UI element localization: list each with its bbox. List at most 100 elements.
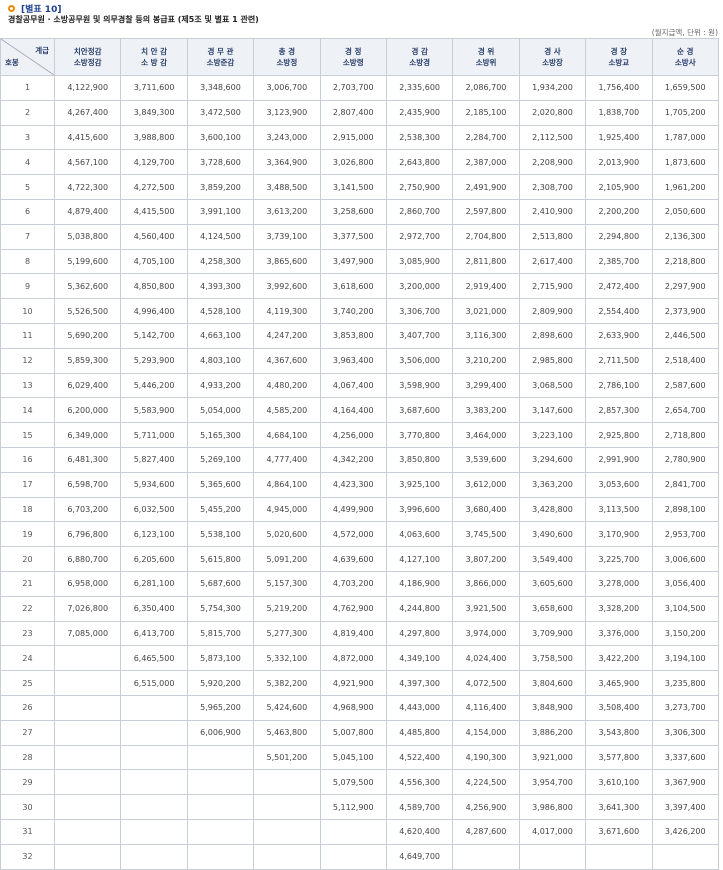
salary-cell: 3,996,600 xyxy=(385,496,454,523)
table-row: 6 4,879,400 4,415,500 3,991,100 3,613,200 3,2… xyxy=(0,198,720,225)
salary-cell: 3,770,800 xyxy=(385,422,454,448)
table-title: 경찰공무원 · 소방공무원 및 의무경찰 등의 봉급표 (제5조 및 별표 1 … xyxy=(8,15,259,24)
salary-cell: 2,387,000 xyxy=(452,149,520,176)
table-row: 18 6,703,200 6,032,500 5,455,200 4,945,000 4,… xyxy=(0,496,720,523)
salary-cell: 2,335,600 xyxy=(385,75,454,101)
salary-cell: 3,306,300 xyxy=(651,719,720,746)
salary-cell: 5,293,900 xyxy=(120,347,188,374)
step-number-cell: 1 xyxy=(0,75,55,101)
table-row: 26 5,965,200 5,424,600 4,968,900 4,443,000 4,… xyxy=(0,694,720,721)
column-header: 치 안 감소 방 감 xyxy=(120,38,188,76)
salary-cell: 3,422,200 xyxy=(585,645,653,672)
salary-cell xyxy=(53,744,122,771)
salary-cell: 3,367,900 xyxy=(651,769,720,796)
column-header: 순 경 소방사 xyxy=(651,38,720,76)
step-number-cell: 12 xyxy=(0,347,55,374)
table-row: 2 4,267,400 3,849,300 3,472,500 3,123,900 2,8… xyxy=(0,99,720,126)
salary-cell: 5,038,800 xyxy=(53,223,122,250)
salary-cell: 4,017,000 xyxy=(518,818,587,845)
salary-cell: 3,141,500 xyxy=(319,174,387,200)
salary-cell xyxy=(53,694,122,721)
table-row: 9 5,362,600 4,850,800 4,393,300 3,992,600 3,6… xyxy=(0,273,720,300)
salary-cell: 1,873,600 xyxy=(651,149,720,176)
circle-bullet-icon xyxy=(8,4,15,12)
salary-table: 계급 호봉 치안정감 소방정감 치 안 감소 방 감경 무 관 소방준감 총 경 소방정 경… xyxy=(0,38,720,870)
salary-cell: 3,991,100 xyxy=(186,198,255,225)
salary-cell: 5,091,200 xyxy=(253,546,321,572)
salary-cell xyxy=(120,843,188,870)
salary-cell: 3,123,900 xyxy=(253,99,321,126)
salary-cell: 4,129,700 xyxy=(120,149,188,176)
salary-cell: 3,848,900 xyxy=(518,694,587,721)
column-header-fire-rank: 소방준감 xyxy=(206,58,235,67)
salary-cell: 3,200,000 xyxy=(385,273,454,300)
salary-cell: 3,053,600 xyxy=(585,471,653,498)
salary-cell: 3,613,200 xyxy=(253,198,321,225)
salary-cell: 5,079,500 xyxy=(319,769,387,796)
salary-cell: 3,921,500 xyxy=(452,595,520,622)
salary-cell: 3,618,600 xyxy=(319,273,387,300)
salary-cell: 2,704,800 xyxy=(452,223,520,250)
salary-cell: 6,515,000 xyxy=(120,670,188,696)
salary-cell: 1,705,200 xyxy=(651,99,720,126)
salary-cell: 2,446,500 xyxy=(651,322,720,349)
salary-cell: 4,367,600 xyxy=(253,347,321,374)
salary-cell: 2,809,900 xyxy=(518,298,587,324)
salary-cell: 5,815,700 xyxy=(186,620,255,647)
salary-cell: 4,864,100 xyxy=(253,471,321,498)
salary-cell: 2,385,700 xyxy=(585,248,653,275)
salary-cell: 5,859,300 xyxy=(53,347,122,374)
salary-cell: 3,807,200 xyxy=(452,546,520,572)
salary-cell: 3,223,100 xyxy=(518,422,587,448)
salary-cell: 6,349,000 xyxy=(53,422,122,448)
salary-cell: 2,786,100 xyxy=(585,372,653,399)
salary-cell: 6,465,500 xyxy=(120,645,188,672)
table-row: 13 6,029,400 5,446,200 4,933,200 4,480,200 4,… xyxy=(0,372,720,399)
step-number-cell: 11 xyxy=(0,322,55,349)
salary-cell: 2,860,700 xyxy=(385,198,454,225)
salary-cell: 4,819,400 xyxy=(319,620,387,647)
table-row: 5 4,722,300 4,272,500 3,859,200 3,488,500 3,1… xyxy=(0,174,720,200)
salary-cell: 4,528,100 xyxy=(186,298,255,324)
salary-cell xyxy=(53,818,122,845)
table-row: 8 5,199,600 4,705,100 4,258,300 3,865,600 3,4… xyxy=(0,248,720,275)
salary-cell: 5,219,200 xyxy=(253,595,321,622)
salary-cell: 3,147,600 xyxy=(518,397,587,424)
salary-cell: 3,068,500 xyxy=(518,372,587,399)
salary-cell: 3,709,900 xyxy=(518,620,587,647)
column-header-police-rank: 경 사 xyxy=(544,47,561,56)
salary-cell xyxy=(186,818,255,845)
table-row: 11 5,690,200 5,142,700 4,663,100 4,247,200 3,… xyxy=(0,322,720,349)
salary-cell: 1,787,000 xyxy=(651,124,720,151)
table-row: 28 5,501,200 5,045,100 4,522,400 4,190,300 3,… xyxy=(0,744,720,771)
salary-cell: 3,085,900 xyxy=(385,248,454,275)
salary-cell: 2,435,900 xyxy=(385,99,454,126)
column-header-police-rank: 치 안 감 xyxy=(141,47,168,56)
salary-cell: 4,119,300 xyxy=(253,298,321,324)
salary-cell: 2,718,800 xyxy=(651,422,720,448)
salary-cell: 4,397,300 xyxy=(385,670,454,696)
salary-cell: 4,127,100 xyxy=(385,546,454,572)
column-header-police-rank: 경 정 xyxy=(345,47,362,56)
table-row: 30 5,112,900 4,589,700 4,256,900 3,986,800 3,… xyxy=(0,794,720,820)
table-row: 15 6,349,000 5,711,000 5,165,300 4,684,100 4,… xyxy=(0,422,720,448)
salary-cell: 3,328,200 xyxy=(585,595,653,622)
salary-cell: 2,633,900 xyxy=(585,322,653,349)
column-header-police-rank: 치안정감 xyxy=(73,47,102,56)
table-row: 10 5,526,500 4,996,400 4,528,100 4,119,300 3,… xyxy=(0,298,720,324)
salary-cell: 5,501,200 xyxy=(253,744,321,771)
salary-cell: 4,933,200 xyxy=(186,372,255,399)
salary-cell: 2,013,900 xyxy=(585,149,653,176)
salary-cell: 3,472,500 xyxy=(186,99,255,126)
salary-cell: 2,518,400 xyxy=(651,347,720,374)
column-header: 총 경 소방정 xyxy=(253,38,321,76)
salary-cell: 5,007,800 xyxy=(319,719,387,746)
salary-cell: 4,342,200 xyxy=(319,446,387,473)
salary-cell: 5,965,200 xyxy=(186,694,255,721)
salary-cell: 5,277,300 xyxy=(253,620,321,647)
salary-cell xyxy=(253,843,321,870)
step-number-cell: 7 xyxy=(0,223,55,250)
salary-cell: 6,205,600 xyxy=(120,546,188,572)
salary-cell: 4,244,800 xyxy=(385,595,454,622)
salary-cell: 5,690,200 xyxy=(53,322,122,349)
